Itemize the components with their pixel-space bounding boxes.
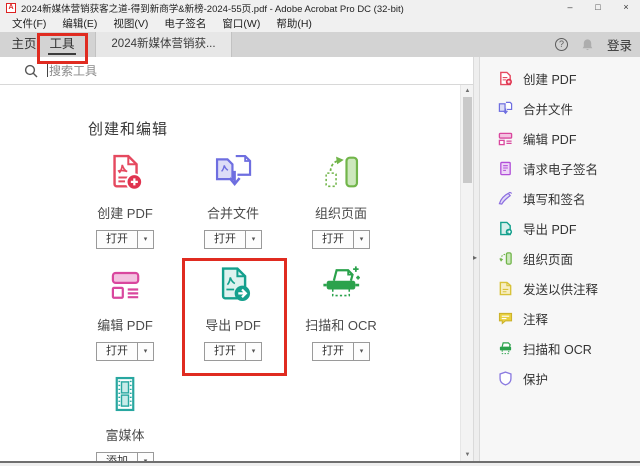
title-bar: A 2024新媒体营销获客之道-得到新商学&新榜-2024-55页.pdf - …: [0, 0, 640, 16]
open-button-label[interactable]: 打开: [205, 231, 246, 248]
search-icon: [24, 64, 38, 77]
open-button[interactable]: 打开 ▾: [96, 230, 154, 249]
request-signatures-icon: [500, 161, 511, 175]
search-input[interactable]: [49, 63, 379, 78]
tab-bar: 主页 工具 2024新媒体营销获... ? 登录: [0, 32, 640, 57]
open-dropdown-icon[interactable]: ▾: [138, 231, 153, 248]
sidebar-item-protect[interactable]: 保护: [480, 363, 640, 393]
tool-label: 创建 PDF: [97, 206, 153, 221]
tool-card-scan-ocr[interactable]: 扫描和 OCR 打开 ▾: [287, 262, 395, 366]
tab-document[interactable]: 2024新媒体营销获...: [95, 32, 232, 57]
scrollbar-thumb[interactable]: [463, 97, 472, 183]
text-caret: [47, 64, 48, 77]
tool-card-rich-media[interactable]: 富媒体 添加 ▾: [71, 372, 179, 461]
sidebar-item-send-for-comments[interactable]: 发送以供注释: [480, 273, 640, 303]
help-icon[interactable]: ?: [554, 38, 568, 51]
combine-files-icon: [179, 150, 287, 194]
sidebar-item-label: 填写和签名: [523, 192, 586, 207]
sidebar-item-fill-sign[interactable]: 填写和签名: [480, 183, 640, 213]
sidebar-item-label: 注释: [523, 312, 549, 327]
send-for-comments-icon: [499, 281, 512, 295]
tool-label: 编辑 PDF: [97, 318, 153, 333]
sidebar-item-label: 发送以供注释: [523, 282, 599, 297]
open-button[interactable]: 打开 ▾: [204, 230, 262, 249]
add-button-label[interactable]: 添加: [97, 453, 138, 461]
window-title: 2024新媒体营销获客之道-得到新商学&新榜-2024-55页.pdf - Ad…: [21, 4, 404, 15]
combine-files-icon: [498, 101, 513, 114]
sidebar-item-label: 导出 PDF: [523, 222, 577, 237]
add-dropdown-icon[interactable]: ▾: [138, 453, 153, 461]
open-button[interactable]: 打开 ▾: [96, 342, 154, 361]
open-button-label[interactable]: 打开: [97, 231, 138, 248]
notifications-bell-icon[interactable]: [581, 38, 594, 52]
sidebar-item-combine-files[interactable]: 合并文件: [480, 93, 640, 123]
sidebar-item-label: 合并文件: [523, 102, 574, 117]
tool-card-edit-pdf[interactable]: 编辑 PDF 打开 ▾: [71, 262, 179, 366]
protect-shield-icon: [499, 370, 512, 386]
sidebar-item-organize-pages[interactable]: 组织页面: [480, 243, 640, 273]
scan-ocr-icon: [287, 262, 395, 306]
tool-card-create-pdf[interactable]: 创建 PDF 打开 ▾: [71, 150, 179, 254]
export-pdf-icon: [500, 221, 513, 235]
create-pdf-icon: [71, 150, 179, 194]
tool-card-combine-files[interactable]: 合并文件 打开 ▾: [179, 150, 287, 254]
add-button[interactable]: 添加 ▾: [96, 452, 154, 461]
menu-esign[interactable]: 电子签名: [156, 16, 214, 32]
sidebar-item-scan-ocr[interactable]: 扫描和 OCR: [480, 333, 640, 363]
rich-media-icon: [71, 372, 179, 416]
minimize-button[interactable]: –: [556, 0, 584, 16]
annotation-box-tools-tab: [37, 33, 88, 64]
fill-sign-icon: [498, 191, 513, 205]
sign-in-link[interactable]: 登录: [607, 35, 632, 54]
close-button[interactable]: ×: [612, 0, 640, 16]
open-button-label[interactable]: 打开: [313, 231, 354, 248]
sidebar-item-label: 组织页面: [523, 252, 574, 267]
tool-label: 合并文件: [206, 206, 259, 221]
create-pdf-icon: [500, 71, 512, 85]
panel-divider[interactable]: ▸: [473, 57, 480, 461]
sidebar-item-comment[interactable]: 注释: [480, 303, 640, 333]
open-dropdown-icon[interactable]: ▾: [138, 343, 153, 360]
tool-label: 富媒体: [105, 428, 145, 443]
menu-edit[interactable]: 编辑(E): [54, 16, 105, 32]
acrobat-window: A 2024新媒体营销获客之道-得到新商学&新榜-2024-55页.pdf - …: [0, 0, 640, 466]
tool-label: 扫描和 OCR: [305, 318, 377, 333]
menu-help[interactable]: 帮助(H): [268, 16, 320, 32]
open-button[interactable]: 打开 ▾: [312, 342, 370, 361]
section-title: 创建和编辑: [88, 121, 169, 138]
open-dropdown-icon[interactable]: ▾: [354, 343, 369, 360]
open-dropdown-icon[interactable]: ▾: [354, 231, 369, 248]
sidebar-item-request-signatures[interactable]: 请求电子签名: [480, 153, 640, 183]
organize-pages-icon: [499, 251, 512, 265]
tools-sidebar: 创建 PDF 合并文件 编辑 PDF 请求电子签名 填写和签名 导出 PDF 组…: [480, 57, 640, 461]
maximize-button[interactable]: □: [584, 0, 612, 16]
sidebar-item-label: 创建 PDF: [523, 72, 577, 87]
open-dropdown-icon[interactable]: ▾: [246, 231, 261, 248]
sidebar-item-label: 编辑 PDF: [523, 132, 577, 147]
sidebar-item-label: 扫描和 OCR: [523, 342, 592, 357]
vertical-scrollbar[interactable]: ▲ ▼: [460, 85, 473, 461]
tool-label: 组织页面: [314, 206, 367, 221]
edit-pdf-icon: [498, 132, 513, 145]
menu-view[interactable]: 视图(V): [105, 16, 156, 32]
sidebar-item-edit-pdf[interactable]: 编辑 PDF: [480, 123, 640, 153]
scan-ocr-icon: [499, 341, 512, 354]
sidebar-item-label: 请求电子签名: [523, 162, 599, 177]
tool-card-organize-pages[interactable]: 组织页面 打开 ▾: [287, 150, 395, 254]
menu-bar: 文件(F) 编辑(E) 视图(V) 电子签名 窗口(W) 帮助(H): [0, 16, 640, 32]
menu-window[interactable]: 窗口(W): [214, 16, 268, 32]
annotation-box-export-pdf: [182, 258, 287, 376]
sidebar-item-create-pdf[interactable]: 创建 PDF: [480, 63, 640, 93]
open-button-label[interactable]: 打开: [97, 343, 138, 360]
comment-icon: [498, 312, 513, 325]
open-button[interactable]: 打开 ▾: [312, 230, 370, 249]
sidebar-item-export-pdf[interactable]: 导出 PDF: [480, 213, 640, 243]
menu-file[interactable]: 文件(F): [4, 16, 54, 32]
panel-collapse-icon[interactable]: ▸: [473, 253, 477, 262]
edit-pdf-icon: [71, 262, 179, 306]
sidebar-item-label: 保护: [523, 372, 549, 387]
acrobat-app-icon: A: [6, 3, 16, 13]
organize-pages-icon: [287, 150, 395, 194]
open-button-label[interactable]: 打开: [313, 343, 354, 360]
